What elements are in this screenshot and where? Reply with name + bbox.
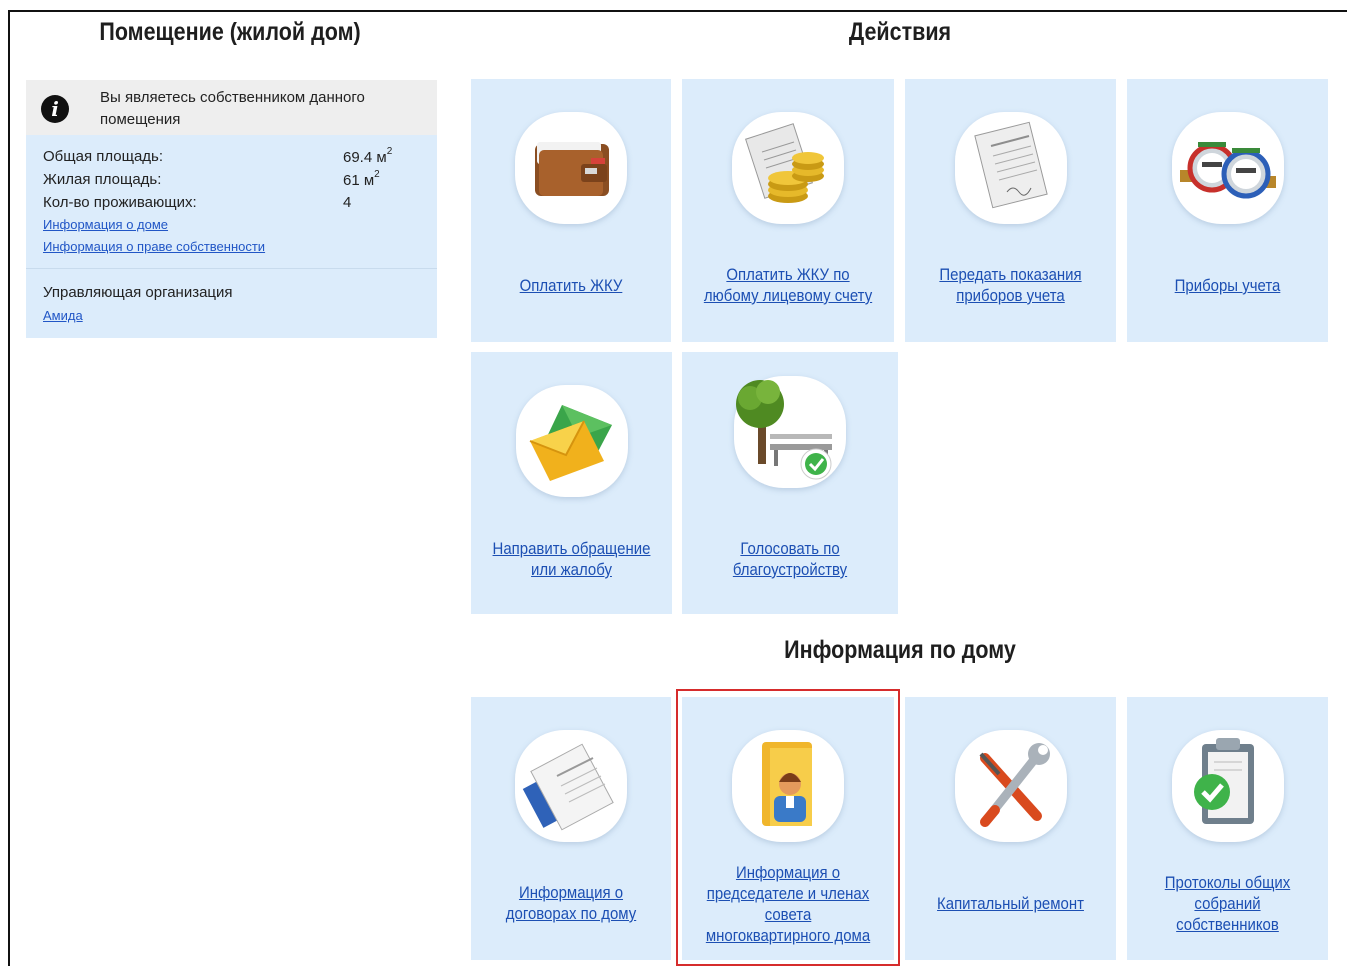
management-org-link[interactable]: Амида [43, 308, 83, 323]
tile-label[interactable]: Оплатить ЖКУ [490, 275, 652, 296]
tile-label[interactable]: Информация о председателе и членах совет… [702, 862, 874, 946]
info-icon: i [41, 95, 69, 123]
premises-title: Помещение (жилой дом) [99, 18, 361, 46]
property-value: 61 м2 [343, 169, 380, 189]
readings-sheet-icon [954, 112, 1067, 224]
clipboard-check-icon [1171, 730, 1284, 842]
envelope-icon [515, 385, 628, 497]
property-row-living-area: Жилая площадь: 61 м2 [43, 169, 433, 194]
tile-pay-utilities[interactable]: Оплатить ЖКУ [471, 79, 671, 342]
tile-label[interactable]: Передать показания приборов учета [925, 264, 1097, 306]
coins-invoice-icon [732, 112, 844, 224]
tile-label[interactable]: Направить обращение или жалобу [490, 538, 653, 580]
actions-title: Действия [848, 18, 952, 46]
tile-capital-repair[interactable]: Капитальный ремонт [905, 697, 1116, 960]
wallet-icon [515, 112, 627, 224]
tile-vote-improvement[interactable]: Голосовать по благоустройству [682, 352, 898, 614]
property-label: Общая площадь: [43, 148, 164, 165]
property-row-residents: Кол-во проживающих: 4 [43, 194, 433, 217]
water-meter-icon [1171, 112, 1284, 224]
tile-label[interactable]: Протоколы общих собраний собственников [1146, 872, 1309, 935]
tile-meters[interactable]: Приборы учета [1127, 79, 1328, 342]
premises-panel: i Вы являетесь собственником данного пом… [26, 80, 437, 338]
house-info-link[interactable]: Информация о доме [43, 217, 168, 232]
wrench-screwdriver-icon [954, 730, 1067, 842]
tile-label[interactable]: Капитальный ремонт [925, 893, 1097, 914]
tile-label[interactable]: Голосовать по благоустройству [702, 538, 878, 580]
property-row-total-area: Общая площадь: 69.4 м2 [43, 146, 433, 171]
owner-notice-text: Вы являетесь собственником данного помещ… [100, 89, 365, 128]
tile-label[interactable]: Оплатить ЖКУ по любому лицевому счету [702, 264, 874, 306]
tile-house-contracts[interactable]: Информация о договорах по дому [471, 697, 671, 960]
tile-submit-readings[interactable]: Передать показания приборов учета [905, 79, 1116, 342]
property-value: 69.4 м2 [343, 146, 393, 166]
tile-label[interactable]: Информация о договорах по дому [490, 882, 652, 924]
property-label: Кол-во проживающих: [43, 194, 197, 211]
contract-documents-icon [515, 730, 627, 842]
tile-council-info[interactable]: Информация о председателе и членах совет… [682, 697, 894, 960]
management-org-label: Управляющая организация [43, 284, 233, 301]
tile-meeting-protocols[interactable]: Протоколы общих собраний собственников [1127, 697, 1328, 960]
property-label: Жилая площадь: [43, 171, 162, 188]
tile-pay-any-account[interactable]: Оплатить ЖКУ по любому лицевому счету [682, 79, 894, 342]
house-info-title: Информация по дому [784, 636, 1016, 664]
person-folder-icon [732, 730, 844, 842]
divider [26, 268, 437, 269]
ownership-info-link[interactable]: Информация о праве собственности [43, 239, 265, 254]
tile-label[interactable]: Приборы учета [1146, 275, 1309, 296]
tree-bench-icon [734, 376, 846, 488]
owner-notice: i Вы являетесь собственником данного пом… [26, 80, 437, 135]
tile-send-appeal[interactable]: Направить обращение или жалобу [471, 352, 672, 614]
premises-properties: Общая площадь: 69.4 м2 Жилая площадь: 61… [43, 146, 433, 217]
property-value: 4 [343, 194, 352, 211]
